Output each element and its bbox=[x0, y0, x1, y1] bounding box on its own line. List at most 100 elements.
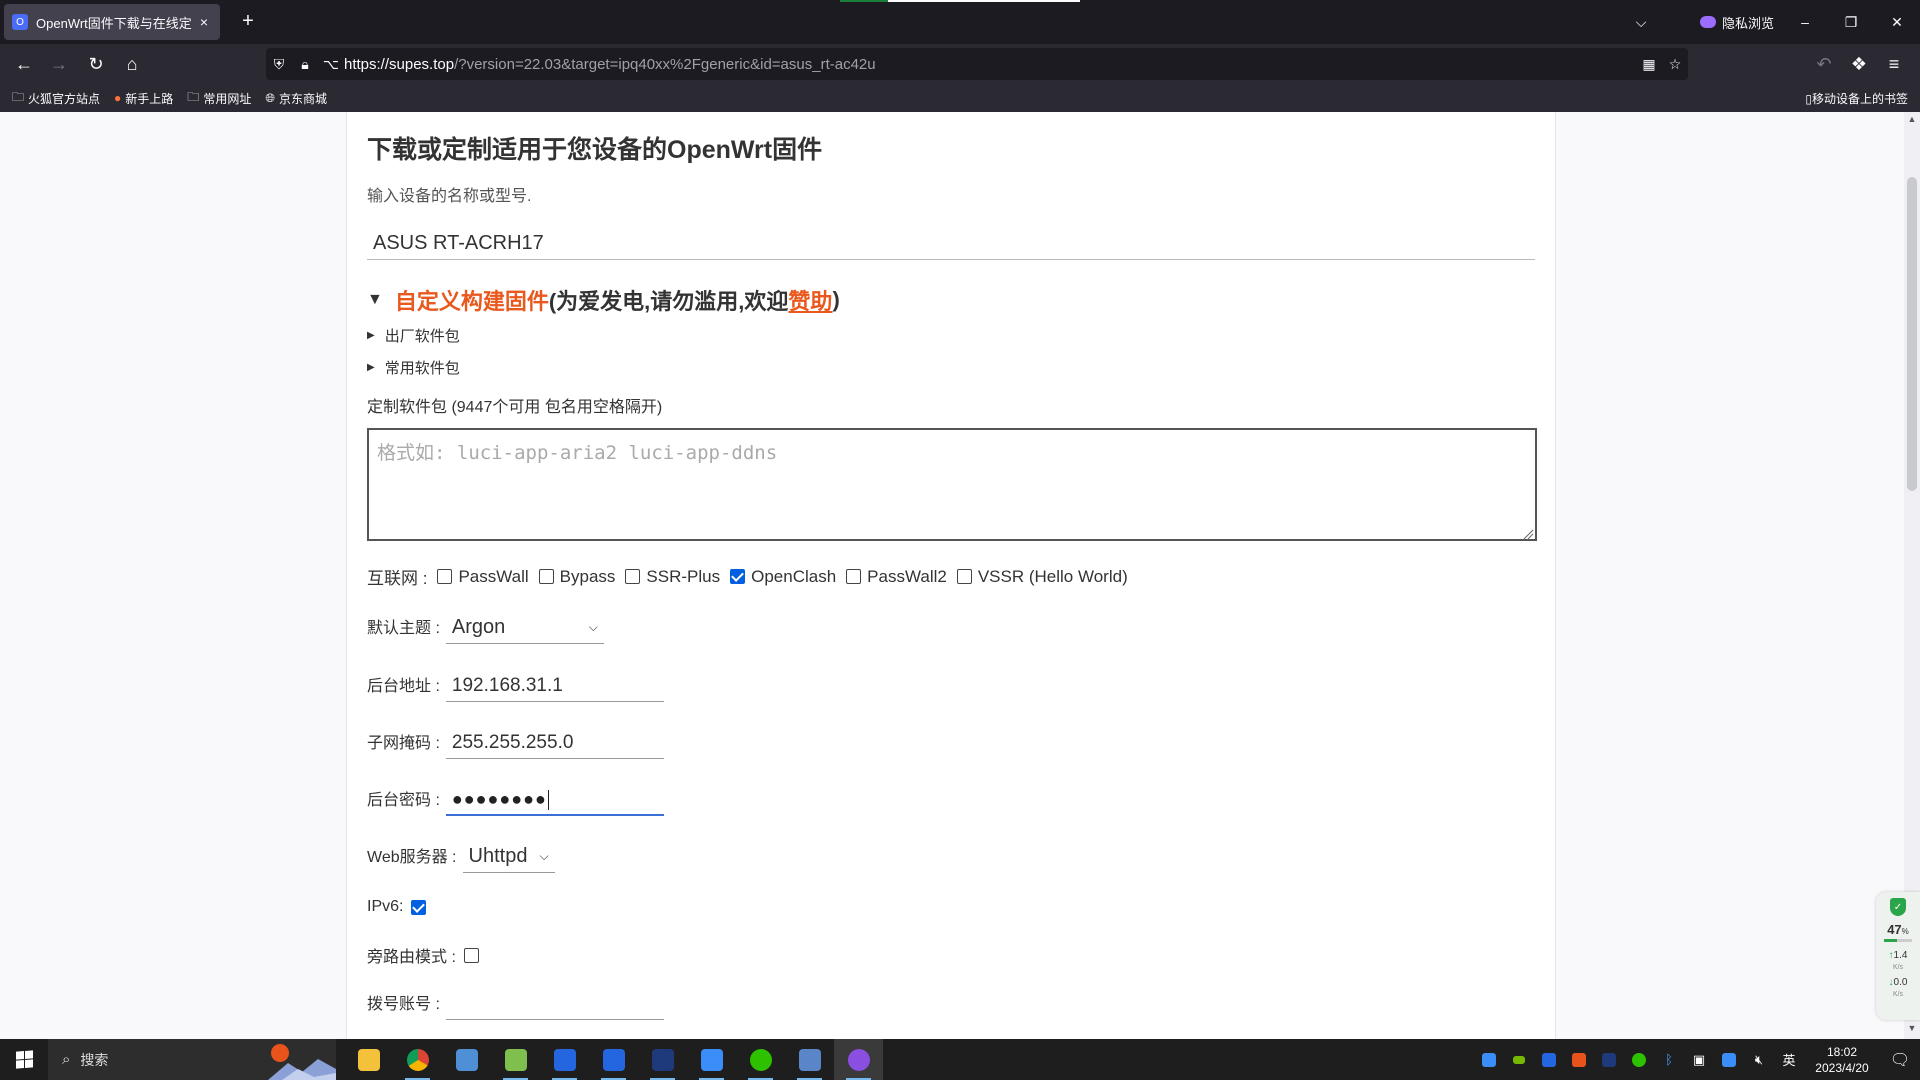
system-monitor-widget[interactable]: ✓ 47% ↑1.4 K/s ↓0.0 K/s bbox=[1876, 892, 1920, 1020]
bookmark-firefox-official[interactable]: 🗀︎ 火狐官方站点 bbox=[12, 88, 100, 109]
scrollbar-thumb[interactable] bbox=[1907, 177, 1917, 491]
undo-close-icon[interactable]: ↶ bbox=[1810, 50, 1838, 78]
reload-button[interactable]: ↻ bbox=[82, 50, 110, 78]
tracking-shield-icon[interactable]: ⛨ bbox=[266, 56, 292, 73]
tray-feishu-2[interactable] bbox=[1714, 1052, 1744, 1067]
private-mask-icon bbox=[1700, 16, 1716, 28]
webserver-select[interactable]: Uhttpd ⌵ bbox=[462, 845, 555, 873]
password-label: 后台密码 : bbox=[367, 792, 440, 809]
taskbar-clock[interactable]: 18:02 2023/4/20 bbox=[1804, 1044, 1880, 1076]
lan-ip-input[interactable] bbox=[445, 675, 664, 702]
page-container: 下载或定制适用于您设备的OpenWrt固件 输入设备的名称或型号. ▼ 自定义构… bbox=[346, 112, 1556, 1039]
tab-bar: O OpenWrt固件下载与在线定制编 × + ⌵ 隐私浏览 – ❐ ✕ bbox=[0, 0, 1920, 44]
taskbar-shield-app-2[interactable] bbox=[589, 1039, 638, 1080]
device-search-input[interactable] bbox=[367, 228, 1535, 260]
taskbar-shield-app-1[interactable] bbox=[540, 1039, 589, 1080]
taskbar-chrome[interactable] bbox=[393, 1039, 442, 1080]
tray-app-orange[interactable] bbox=[1564, 1052, 1594, 1067]
permissions-icon[interactable]: ⌥ bbox=[318, 56, 344, 73]
webserver-label: Web服务器 : bbox=[367, 849, 457, 866]
wechat-icon bbox=[749, 1048, 772, 1071]
extensions-icon[interactable]: ❖ bbox=[1845, 50, 1873, 78]
chrome-icon bbox=[406, 1048, 429, 1071]
chevron-down-icon[interactable]: ⌵ bbox=[1618, 0, 1664, 44]
tray-volume-muted[interactable]: 🔇︎ bbox=[1744, 1052, 1774, 1068]
password-input[interactable]: ●●●●●●●● bbox=[445, 789, 664, 816]
checkbox-passwall2[interactable] bbox=[846, 569, 862, 584]
close-window-button[interactable]: ✕ bbox=[1874, 0, 1920, 44]
checkbox-bypass[interactable] bbox=[538, 569, 554, 584]
shield-icon bbox=[1542, 1052, 1556, 1067]
checkbox-openclash[interactable] bbox=[730, 569, 746, 584]
theme-select[interactable]: Argon ⌵ bbox=[445, 616, 604, 644]
checkbox-ssr-plus[interactable] bbox=[625, 569, 641, 584]
taskbar-firefox-private[interactable] bbox=[834, 1039, 883, 1080]
lock-icon[interactable]: 🔒︎ bbox=[292, 56, 318, 73]
tray-nvidia[interactable] bbox=[1504, 1055, 1534, 1064]
private-browsing-indicator: 隐私浏览 bbox=[1700, 0, 1774, 44]
taskbar-notepad[interactable] bbox=[491, 1039, 540, 1080]
taskbar-network-app[interactable] bbox=[785, 1039, 834, 1080]
restore-button[interactable]: ❐ bbox=[1828, 0, 1874, 44]
taskbar-file-explorer[interactable] bbox=[344, 1039, 393, 1080]
scroll-down-icon[interactable]: ▼ bbox=[1904, 1023, 1920, 1037]
back-button[interactable]: ← bbox=[10, 50, 38, 78]
tray-bluetooth[interactable]: ᛒ bbox=[1654, 1052, 1684, 1067]
address-bar[interactable]: ⛨ 🔒︎ ⌥ https://supes.top/?version=22.03&… bbox=[266, 48, 1688, 80]
ipv6-checkbox[interactable] bbox=[411, 899, 427, 915]
cpu-usage-bar bbox=[1884, 939, 1912, 942]
chevron-down-icon: ⌵ bbox=[588, 620, 598, 634]
windows-logo-icon bbox=[15, 1050, 33, 1069]
tray-shield[interactable] bbox=[1534, 1052, 1564, 1067]
gamepad-icon bbox=[1602, 1052, 1616, 1067]
cpu-usage: 47% bbox=[1887, 922, 1909, 937]
sponsor-link[interactable]: 赞助 bbox=[788, 284, 832, 316]
new-tab-button[interactable]: + bbox=[236, 10, 260, 34]
tray-feishu[interactable] bbox=[1474, 1052, 1504, 1067]
taskbar-search-box[interactable]: ⌕ 搜索 bbox=[48, 1039, 336, 1080]
file-explorer-icon bbox=[357, 1048, 380, 1071]
common-packages-toggle[interactable]: ▶ 常用软件包 bbox=[367, 357, 460, 378]
tray-network[interactable]: ▣ bbox=[1684, 1052, 1714, 1068]
home-button[interactable]: ⌂ bbox=[118, 50, 146, 78]
notepad-icon bbox=[504, 1048, 527, 1071]
browser-tab-active[interactable]: O OpenWrt固件下载与在线定制编 × bbox=[4, 4, 220, 40]
netmask-row: 子网掩码 : bbox=[367, 729, 664, 759]
netmask-input[interactable] bbox=[445, 732, 664, 759]
factory-packages-toggle[interactable]: ▶ 出厂软件包 bbox=[367, 325, 460, 346]
taskbar-feishu[interactable] bbox=[687, 1039, 736, 1080]
mobile-bookmarks[interactable]: ▯ 移动设备上的书签 bbox=[1805, 90, 1908, 107]
bypass-mode-checkbox[interactable] bbox=[463, 947, 479, 963]
notification-center-button[interactable]: 🗨︎ bbox=[1880, 1039, 1920, 1080]
download-speed: ↓0.0 K/s bbox=[1888, 977, 1908, 998]
pppoe-account-input[interactable] bbox=[445, 993, 664, 1020]
start-button[interactable] bbox=[0, 1039, 48, 1080]
minimize-button[interactable]: – bbox=[1782, 0, 1828, 44]
url-path[interactable]: /?version=22.03&target=ipq40xx%2Fgeneric… bbox=[454, 56, 876, 73]
bookmark-common-sites[interactable]: 🗀︎ 常用网址 bbox=[187, 88, 251, 109]
custom-build-toggle[interactable]: ▼ 自定义构建固件 (为爱发电,请勿滥用,欢迎 赞助 ) bbox=[367, 284, 840, 316]
taskbar-wechat[interactable] bbox=[736, 1039, 785, 1080]
checkbox-passwall[interactable] bbox=[437, 569, 453, 584]
cpu-usage-bar-fill bbox=[1884, 939, 1898, 942]
tray-game[interactable] bbox=[1594, 1052, 1624, 1067]
forward-button[interactable]: → bbox=[45, 50, 73, 78]
scroll-up-icon[interactable]: ▲ bbox=[1904, 114, 1920, 128]
qr-code-icon[interactable]: ▦ bbox=[1636, 56, 1662, 73]
option-label: Bypass bbox=[559, 566, 616, 586]
custom-packages-textarea[interactable] bbox=[367, 428, 1537, 541]
list-all-tabs-button[interactable]: ⌵ bbox=[1618, 0, 1664, 44]
menu-icon[interactable]: ≡ bbox=[1880, 50, 1908, 78]
taskbar-remote-desktop[interactable] bbox=[442, 1039, 491, 1080]
close-tab-icon[interactable]: × bbox=[196, 14, 212, 30]
tray-wechat[interactable] bbox=[1624, 1052, 1654, 1067]
search-placeholder: 搜索 bbox=[80, 1051, 109, 1068]
taskbar-game-app[interactable] bbox=[638, 1039, 687, 1080]
resize-grip-icon[interactable] bbox=[1522, 528, 1534, 540]
tray-input-method[interactable]: 英 bbox=[1774, 1050, 1804, 1069]
url-host[interactable]: https://supes.top bbox=[344, 56, 454, 73]
checkbox-vssr[interactable] bbox=[956, 569, 972, 584]
bookmark-jd-mall[interactable]: 🌐︎ 京东商城 bbox=[265, 90, 327, 107]
bookmark-getting-started[interactable]: ● 新手上路 bbox=[114, 90, 173, 107]
bookmark-star-icon[interactable]: ☆ bbox=[1662, 56, 1688, 73]
